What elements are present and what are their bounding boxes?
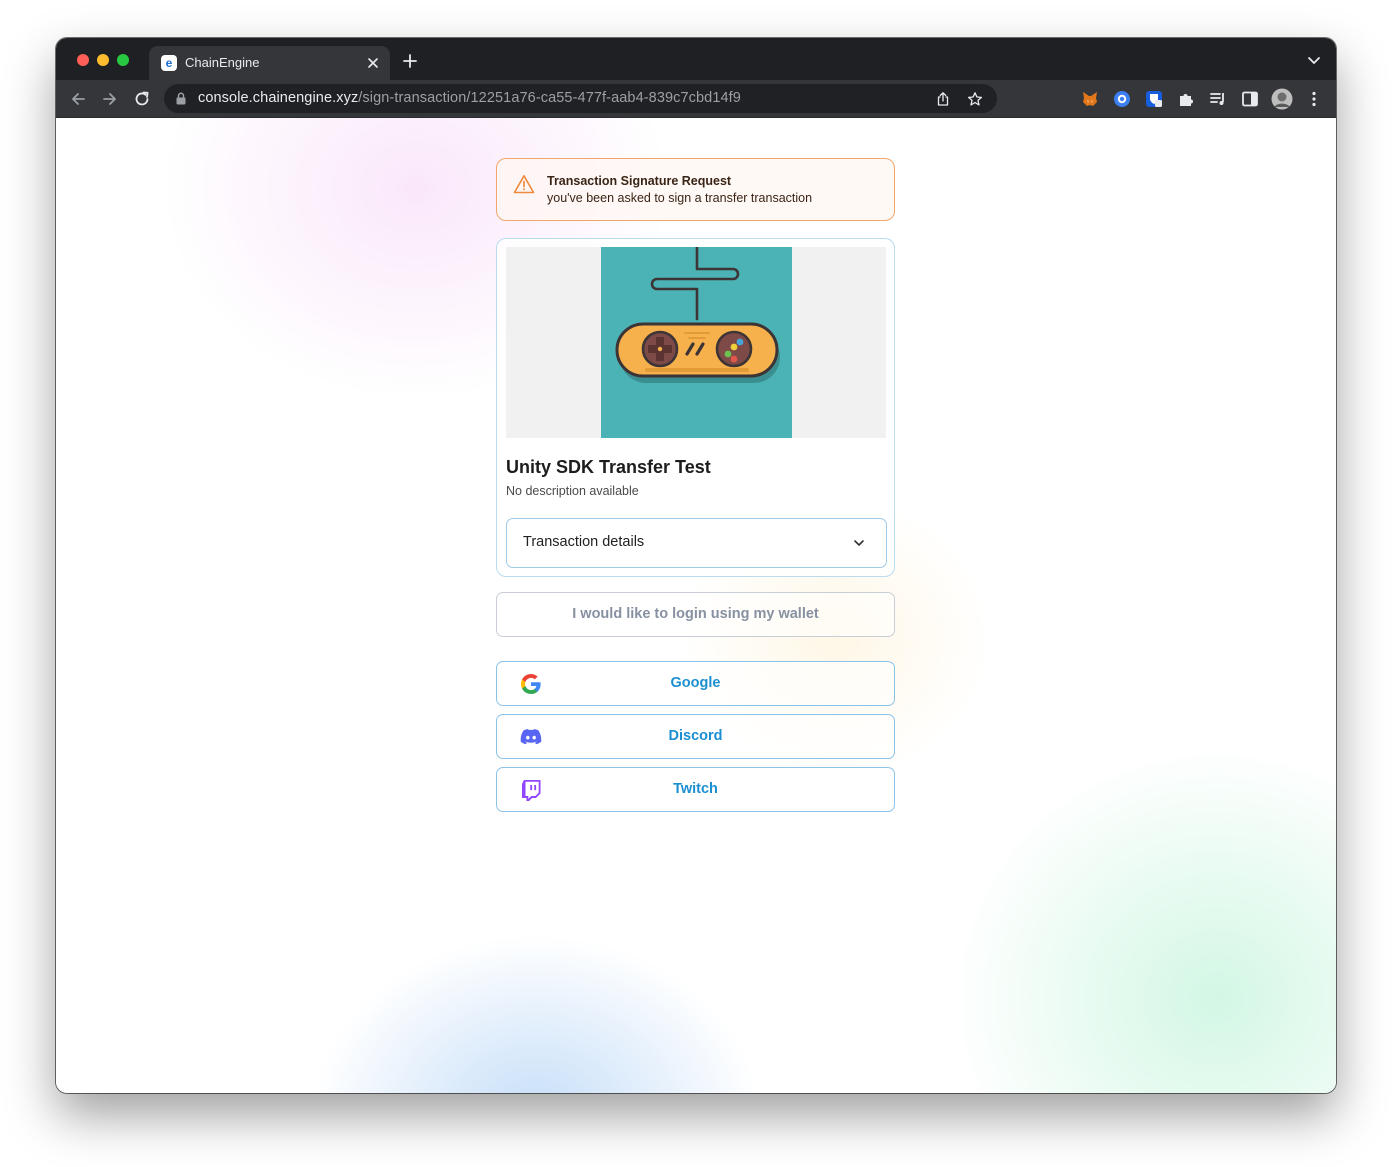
side-panel-icon[interactable]	[1241, 90, 1259, 108]
google-login-button[interactable]: Google	[496, 661, 895, 706]
plus-icon[interactable]	[402, 53, 418, 69]
item-description: No description available	[506, 484, 639, 498]
puzzle-icon[interactable]	[1177, 90, 1195, 108]
minimize-window-button[interactable]	[97, 54, 109, 66]
media-queue-icon[interactable]	[1209, 90, 1227, 108]
wallet-login-button[interactable]: I would like to login using my wallet	[496, 592, 895, 637]
back-arrow-icon[interactable]	[69, 90, 87, 108]
warning-triangle-icon	[513, 175, 535, 194]
lock-icon[interactable]	[176, 92, 186, 105]
browser-toolbar: console.chainengine.xyz/sign-transaction…	[56, 80, 1336, 118]
alert-message: you've been asked to sign a transfer tra…	[547, 191, 813, 205]
url-text[interactable]: console.chainengine.xyz/sign-transaction…	[198, 90, 741, 106]
tab-strip: e ChainEngine	[56, 38, 1336, 80]
item-image-frame	[506, 247, 886, 438]
page-content: Transaction Signature Request you've bee…	[56, 118, 1336, 1093]
extension-circle-icon[interactable]	[1113, 90, 1131, 108]
profile-avatar-icon[interactable]	[1271, 88, 1293, 110]
discord-login-label: Discord	[668, 728, 723, 744]
metamask-fox-icon[interactable]	[1081, 90, 1099, 108]
forward-arrow-icon[interactable]	[101, 90, 119, 108]
address-bar[interactable]: console.chainengine.xyz/sign-transaction…	[164, 84, 997, 113]
url-path: /sign-transaction/12251a76-ca55-477f-aab…	[358, 90, 741, 106]
transaction-details-label: Transaction details	[523, 534, 645, 550]
chevron-down-icon[interactable]	[1307, 56, 1321, 66]
browser-window: e ChainEngine console.chainengine.xyz/si…	[56, 38, 1336, 1093]
maximize-window-button[interactable]	[117, 54, 129, 66]
reload-icon[interactable]	[133, 90, 151, 108]
more-vert-icon[interactable]	[1305, 90, 1323, 108]
chainengine-favicon-icon: e	[161, 55, 177, 71]
tab-title: ChainEngine	[185, 55, 260, 70]
wallet-login-label: I would like to login using my wallet	[572, 606, 819, 622]
chevron-down-icon[interactable]	[853, 538, 865, 548]
close-window-button[interactable]	[77, 54, 89, 66]
close-icon[interactable]	[365, 55, 381, 71]
item-title: Unity SDK Transfer Test	[506, 457, 711, 477]
star-icon[interactable]	[967, 91, 983, 107]
url-host: console.chainengine.xyz	[198, 90, 359, 106]
discord-login-button[interactable]: Discord	[496, 714, 895, 759]
transaction-details-accordion[interactable]: Transaction details	[506, 518, 887, 568]
google-login-label: Google	[670, 675, 721, 691]
share-icon[interactable]	[935, 91, 951, 107]
gamepad-illustration-icon	[601, 247, 792, 438]
signature-request-alert: Transaction Signature Request you've bee…	[496, 158, 895, 221]
extension-shield-icon[interactable]	[1145, 90, 1163, 108]
twitch-login-label: Twitch	[673, 781, 718, 797]
transaction-card: Unity SDK Transfer Test No description a…	[496, 238, 895, 577]
browser-tab[interactable]: e ChainEngine	[149, 46, 390, 80]
twitch-login-button[interactable]: Twitch	[496, 767, 895, 812]
alert-title: Transaction Signature Request	[547, 174, 732, 188]
